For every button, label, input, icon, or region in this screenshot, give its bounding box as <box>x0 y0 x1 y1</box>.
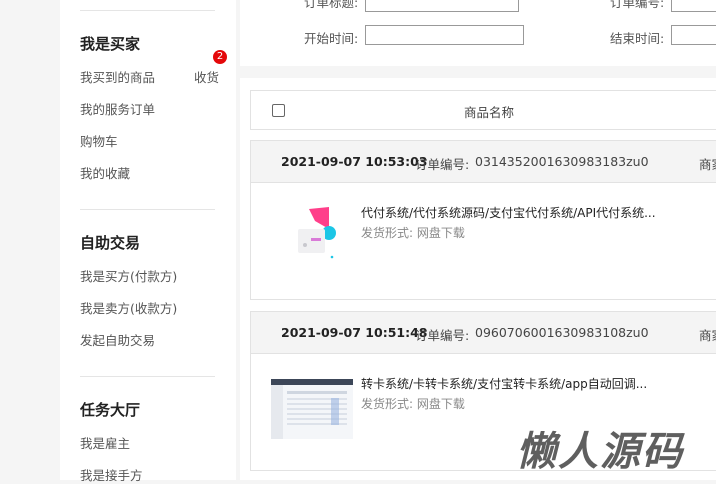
order-no-label: 订单编号: <box>610 0 665 10</box>
order-number: 0960706001630983108zu0 <box>475 325 649 340</box>
filter-panel: 订单标题: 订单编号: 开始时间: 结束时间: <box>240 0 716 66</box>
sidebar-item-start-trade[interactable]: 发起自助交易 <box>80 330 155 349</box>
sidebar-item-purchased[interactable]: 我买到的商品 <box>80 67 155 86</box>
sidebar-divider <box>80 10 215 11</box>
order-card: 2021-09-07 10:53:03 订单编号: 03143520016309… <box>250 140 716 300</box>
order-title-input[interactable] <box>365 0 519 12</box>
sidebar-divider <box>80 376 215 377</box>
product-thumbnail[interactable] <box>289 207 353 261</box>
order-no-label: 订单编号: <box>415 328 470 343</box>
shipping-method: 发货形式: 网盘下载 <box>361 226 465 240</box>
sidebar-item-taker[interactable]: 我是接手方 <box>80 465 143 484</box>
product-title-link[interactable]: 转卡系统/卡转卡系统/支付宝转卡系统/app自动回调... <box>361 375 647 392</box>
end-time-input[interactable] <box>671 25 716 45</box>
section-title-trade: 自助交易 <box>80 234 141 252</box>
sidebar-item-receive[interactable]: 收货 <box>194 67 219 86</box>
order-time: 2021-09-07 10:51:48 <box>281 325 428 340</box>
sidebar-item-favorites[interactable]: 我的收藏 <box>80 163 130 182</box>
order-header: 2021-09-07 10:51:48 订单编号: 09607060016309… <box>251 312 716 354</box>
order-no-input[interactable] <box>671 0 716 12</box>
sidebar-item-service-orders[interactable]: 我的服务订单 <box>80 99 155 118</box>
product-thumbnail[interactable] <box>271 379 353 439</box>
order-time: 2021-09-07 10:53:03 <box>281 154 428 169</box>
sidebar-item-employer[interactable]: 我是雇主 <box>80 433 130 452</box>
sidebar-item-seller-payee[interactable]: 我是卖方(收款方) <box>80 298 177 317</box>
order-no-label: 订单编号: <box>415 157 470 172</box>
watermark-logo: 懒人源码 <box>516 429 684 475</box>
section-title-tasks: 任务大厅 <box>80 401 141 419</box>
sidebar: 我是买家 我买到的商品 收货 2 我的服务订单 购物车 我的收藏 自助交易 我是… <box>60 0 236 483</box>
order-header: 2021-09-07 10:53:03 订单编号: 03143520016309… <box>251 141 716 183</box>
order-title-label: 订单标题: <box>304 0 359 10</box>
sidebar-item-cart[interactable]: 购物车 <box>80 131 118 150</box>
shipping-method: 发货形式: 网盘下载 <box>361 397 465 411</box>
start-time-label: 开始时间: <box>304 31 359 46</box>
section-title-buyer: 我是买家 <box>80 35 141 53</box>
sidebar-item-buyer-payer[interactable]: 我是买方(付款方) <box>80 266 177 285</box>
select-all-checkbox[interactable] <box>272 104 285 117</box>
notification-badge: 2 <box>213 50 227 64</box>
sidebar-divider <box>80 209 215 210</box>
table-header: 商品名称 <box>250 90 716 130</box>
start-time-input[interactable] <box>365 25 524 45</box>
product-title-link[interactable]: 代付系统/代付系统源码/支付宝代付系统/API代付系统... <box>361 204 656 221</box>
shop-label: 商家 <box>699 157 716 172</box>
shop-label: 商家 <box>699 328 716 343</box>
order-number: 0314352001630983183zu0 <box>475 154 649 169</box>
column-product-name: 商品名称 <box>464 105 515 120</box>
end-time-label: 结束时间: <box>610 31 665 46</box>
